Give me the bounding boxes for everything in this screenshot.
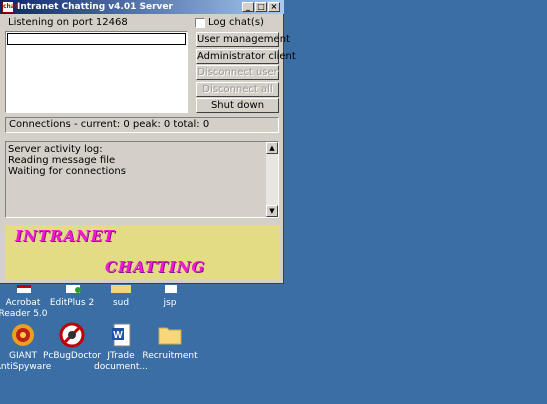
editplus-icon: [66, 285, 81, 293]
minimize-button[interactable]: _: [242, 2, 254, 12]
log-chats-label: Log chat(s): [208, 17, 264, 28]
scroll-up-icon[interactable]: ▲: [266, 142, 278, 154]
user-management-button[interactable]: User management: [196, 32, 290, 47]
log-line: Waiting for connections: [8, 166, 126, 177]
log-line: Reading message file: [8, 155, 116, 166]
maximize-button[interactable]: □: [255, 2, 267, 12]
listening-port-label: Listening on port 12468: [8, 17, 128, 28]
log-line: Server activity log:: [8, 144, 103, 155]
app-icon: chat: [2, 1, 18, 13]
server-window: chat Intranet Chatting v4.01 Server _ □ …: [0, 0, 296, 284]
log-chats-checkbox[interactable]: [195, 18, 205, 28]
close-button[interactable]: ×: [268, 2, 280, 12]
desktop-icon-jsp[interactable]: jsp: [140, 285, 200, 309]
giant-antispyware-icon: [12, 324, 34, 346]
disconnect-user-button[interactable]: Disconnect user: [196, 65, 279, 80]
banner-word-intranet: INTRANET: [15, 227, 116, 245]
shut-down-button[interactable]: Shut down: [196, 98, 279, 113]
port-field[interactable]: [7, 33, 186, 45]
banner-word-chatting: CHATTING: [105, 258, 206, 276]
window-title: Intranet Chatting v4.01 Server: [17, 2, 173, 12]
desktop-icon-label: jsp: [163, 298, 177, 308]
administrator-client-button[interactable]: Administrator client: [196, 49, 296, 64]
intranet-chatting-banner: INTRANET CHATTING: [5, 225, 280, 280]
log-scrollbar[interactable]: ▲ ▼: [266, 142, 278, 217]
acrobat-icon: [17, 285, 31, 293]
svg-text:W: W: [113, 330, 123, 341]
connections-status: Connections - current: 0 peak: 0 total: …: [5, 117, 279, 133]
users-list[interactable]: [5, 31, 188, 113]
desktop-icon-label: Recruitment: [142, 351, 198, 361]
title-bar[interactable]: chat Intranet Chatting v4.01 Server _ □ …: [0, 0, 284, 14]
file-icon: [165, 285, 177, 293]
activity-log[interactable]: Server activity log: Reading message fil…: [5, 141, 279, 218]
scroll-down-icon[interactable]: ▼: [266, 205, 278, 217]
pcbugdoctor-icon: [59, 322, 85, 348]
desktop-icon-recruitment[interactable]: Recruitment: [140, 322, 200, 362]
folder-icon: [111, 285, 131, 293]
word-document-icon: W: [112, 323, 131, 347]
folder-icon: [158, 327, 182, 345]
disconnect-all-button[interactable]: Disconnect all: [196, 82, 279, 97]
